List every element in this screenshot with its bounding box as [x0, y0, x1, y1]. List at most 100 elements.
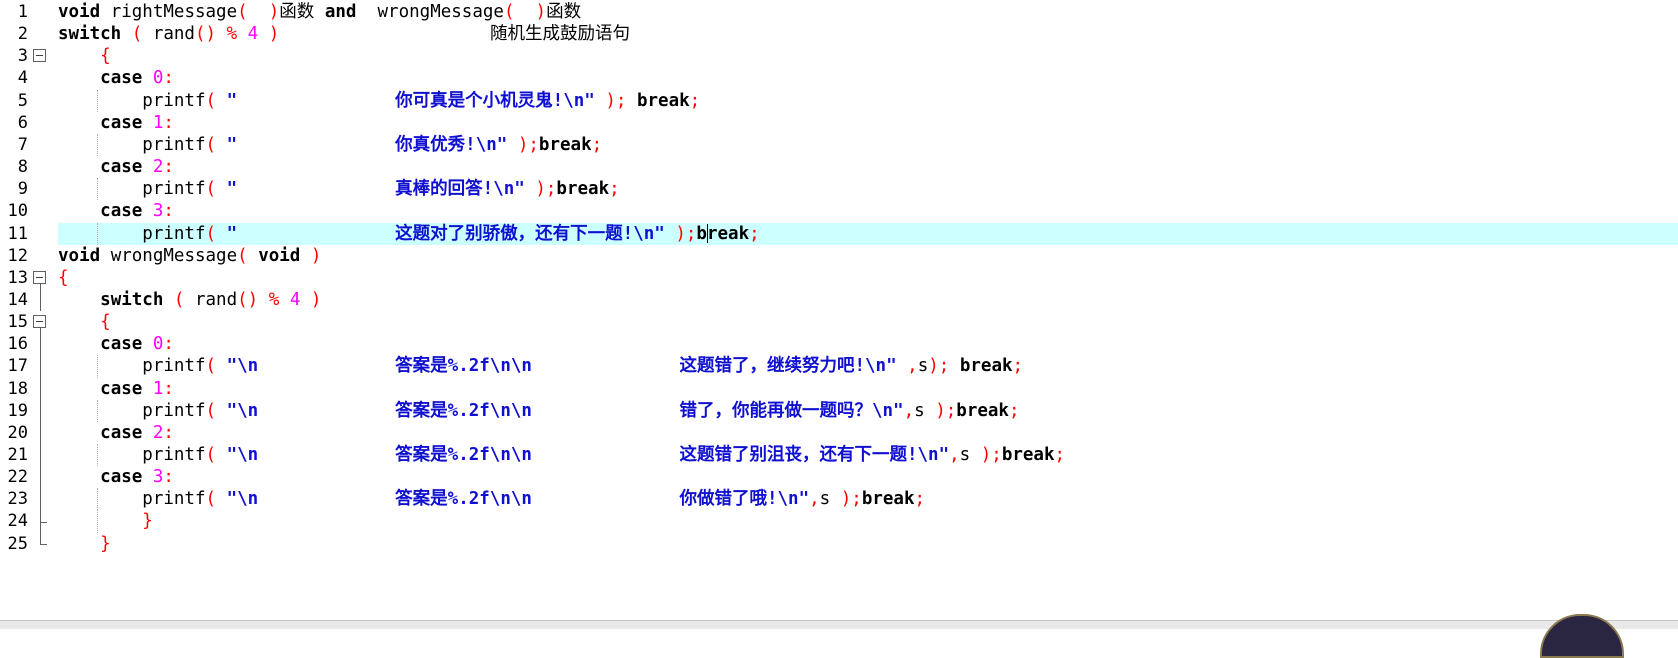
token-str: "\n 答案是%.2f\n\n 错了，你能再做一题吗？\n" — [226, 400, 904, 421]
token-op: ( — [205, 445, 227, 465]
code-editor[interactable]: 1 void rightMessage( )函数 and wrongMessage… — [0, 0, 1678, 620]
line-number: 25 — [7, 533, 28, 554]
code-text[interactable]: printf( "\n 答案是%.2f\n\n 错了，你能再做一题吗？\n",s… — [58, 400, 1020, 422]
code-line-2[interactable]: 2 switch ( rand() % 4 ) 随机生成鼓励语句 — [0, 23, 1678, 45]
code-line-3[interactable]: 3 { — [0, 45, 1678, 67]
token-op: ( — [237, 245, 259, 266]
fold-line — [40, 488, 41, 511]
token-op: : — [163, 334, 174, 355]
token-op: : — [163, 68, 174, 89]
fold-toggle-icon[interactable] — [32, 311, 48, 334]
collapse-minus-icon[interactable] — [33, 49, 46, 63]
code-text[interactable]: case 3: — [58, 466, 174, 488]
token-kw: case — [100, 467, 143, 488]
code-line-21[interactable]: 21 printf( "\n 答案是%.2f\n\n 这题错了别沮丧，还有下一题… — [0, 444, 1678, 467]
fold-margin — [32, 377, 48, 400]
code-line-1[interactable]: 1 void rightMessage( )函数 and wrongMessage… — [0, 1, 1678, 23]
token-plain: printf — [58, 489, 206, 510]
code-line-8[interactable]: 8 case 2: — [0, 156, 1678, 178]
fold-margin — [32, 1, 48, 23]
token-num: 3 — [142, 467, 164, 488]
code-line-16[interactable]: 16 case 0: — [0, 333, 1678, 356]
token-op: ); — [507, 134, 539, 155]
token-str: " 真棒的回答!\n" — [226, 179, 525, 200]
token-kw: case — [100, 157, 143, 178]
code-text[interactable]: case 2: — [58, 156, 174, 178]
code-line-15[interactable]: 15 { — [0, 311, 1678, 334]
token-plain: printf — [58, 445, 206, 465]
token-plain: printf — [58, 179, 206, 200]
code-text[interactable]: printf( " 这题对了别骄傲，还有下一题!\n" );break; — [58, 223, 759, 245]
line-number: 20 — [7, 422, 28, 443]
code-text[interactable]: { — [58, 311, 111, 333]
collapse-minus-icon[interactable] — [33, 315, 46, 329]
code-line-23[interactable]: 23 printf( "\n 答案是%.2f\n\n 你做错了哦!\n",s )… — [0, 488, 1678, 511]
code-line-7[interactable]: 7 printf( " 你真优秀!\n" );break; — [0, 133, 1678, 157]
token-kw: break — [959, 356, 1013, 377]
code-line-20[interactable]: 20 case 2: — [0, 421, 1678, 444]
fold-margin — [32, 466, 48, 489]
token-kw: switch — [100, 289, 164, 310]
code-line-13[interactable]: 13 { — [0, 267, 1678, 289]
token-op: ; — [1054, 445, 1066, 465]
code-line-12[interactable]: 12 void wrongMessage( void ) — [0, 245, 1678, 267]
code-line-24[interactable]: 24 } — [0, 510, 1678, 533]
code-line-10[interactable]: 10 case 3: — [0, 200, 1678, 222]
fold-margin — [32, 200, 48, 222]
token-op: , — [903, 400, 915, 421]
code-text[interactable]: switch ( rand() % 4 ) 随机生成鼓励语句 — [58, 23, 630, 45]
code-text[interactable]: } — [58, 510, 153, 532]
code-text[interactable]: case 0: — [58, 67, 174, 89]
code-line-4[interactable]: 4 case 0: — [0, 67, 1678, 89]
code-line-14[interactable]: 14 switch ( rand() % 4 ) — [0, 288, 1678, 312]
code-text[interactable]: case 2: — [58, 422, 174, 444]
token-plain: printf — [58, 134, 206, 155]
fold-line — [40, 532, 41, 544]
code-line-22[interactable]: 22 case 3: — [0, 466, 1678, 489]
token-op: ; — [1008, 400, 1020, 421]
code-text[interactable]: case 1: — [58, 378, 174, 400]
code-text[interactable]: printf( " 你可真是个小机灵鬼!\n" ); break; — [58, 90, 700, 112]
code-text[interactable]: case 1: — [58, 112, 174, 134]
code-text[interactable]: printf( "\n 答案是%.2f\n\n 这题错了，继续努力吧!\n" ,… — [58, 355, 1023, 377]
code-text[interactable]: printf( " 你真优秀!\n" );break; — [58, 134, 602, 156]
code-line-9[interactable]: 9 printf( " 真棒的回答!\n" );break; — [0, 178, 1678, 201]
code-line-19[interactable]: 19 printf( "\n 答案是%.2f\n\n 错了，你能再做一题吗？\n… — [0, 399, 1678, 422]
code-text[interactable]: printf( "\n 答案是%.2f\n\n 这题错了别沮丧，还有下一题!\n… — [58, 444, 1065, 466]
fold-margin — [32, 421, 48, 444]
token-plain: wrongMessage — [356, 2, 504, 22]
code-text[interactable]: printf( "\n 答案是%.2f\n\n 你做错了哦!\n",s );br… — [58, 488, 925, 510]
token-op: ( — [205, 223, 227, 244]
code-text[interactable]: case 0: — [58, 333, 174, 355]
code-line-17[interactable]: 17 printf( "\n 答案是%.2f\n\n 这题错了，继续努力吧!\n… — [0, 355, 1678, 378]
code-text[interactable]: void wrongMessage( void ) — [58, 245, 321, 267]
token-op: { — [58, 312, 111, 333]
token-op: , — [809, 489, 820, 510]
code-text[interactable]: switch ( rand() % 4 ) — [58, 289, 321, 311]
line-number: 12 — [7, 245, 28, 266]
code-text[interactable]: void rightMessage( )函数 and wrongMessage(… — [58, 1, 581, 23]
code-text[interactable]: printf( " 真棒的回答!\n" );break; — [58, 178, 619, 200]
token-kw: case — [100, 422, 143, 443]
token-kw: void — [58, 2, 101, 22]
line-number: 23 — [7, 489, 28, 510]
token-plain: rightMessage — [100, 2, 238, 22]
code-line-6[interactable]: 6 case 1: — [0, 112, 1678, 134]
fold-margin — [32, 112, 48, 134]
code-line-25[interactable]: 25 } — [0, 532, 1678, 555]
token-plain: rand — [152, 24, 195, 45]
code-text[interactable]: { — [58, 267, 69, 289]
code-text[interactable]: case 3: — [58, 200, 174, 222]
code-text[interactable]: { — [58, 45, 111, 67]
line-number: 3 — [17, 46, 28, 67]
fold-toggle-icon[interactable] — [32, 45, 48, 67]
token-op: : — [163, 467, 174, 488]
token-op: ); — [664, 223, 697, 244]
code-text[interactable]: } — [58, 533, 111, 555]
code-line-11[interactable]: 11 printf( " 这题对了别骄傲，还有下一题!\n" );break; — [0, 222, 1678, 245]
code-line-18[interactable]: 18 case 1: — [0, 377, 1678, 400]
collapse-minus-icon[interactable] — [33, 270, 46, 284]
fold-toggle-icon[interactable] — [32, 267, 48, 289]
code-line-5[interactable]: 5 printf( " 你可真是个小机灵鬼!\n" ); break; — [0, 89, 1678, 112]
